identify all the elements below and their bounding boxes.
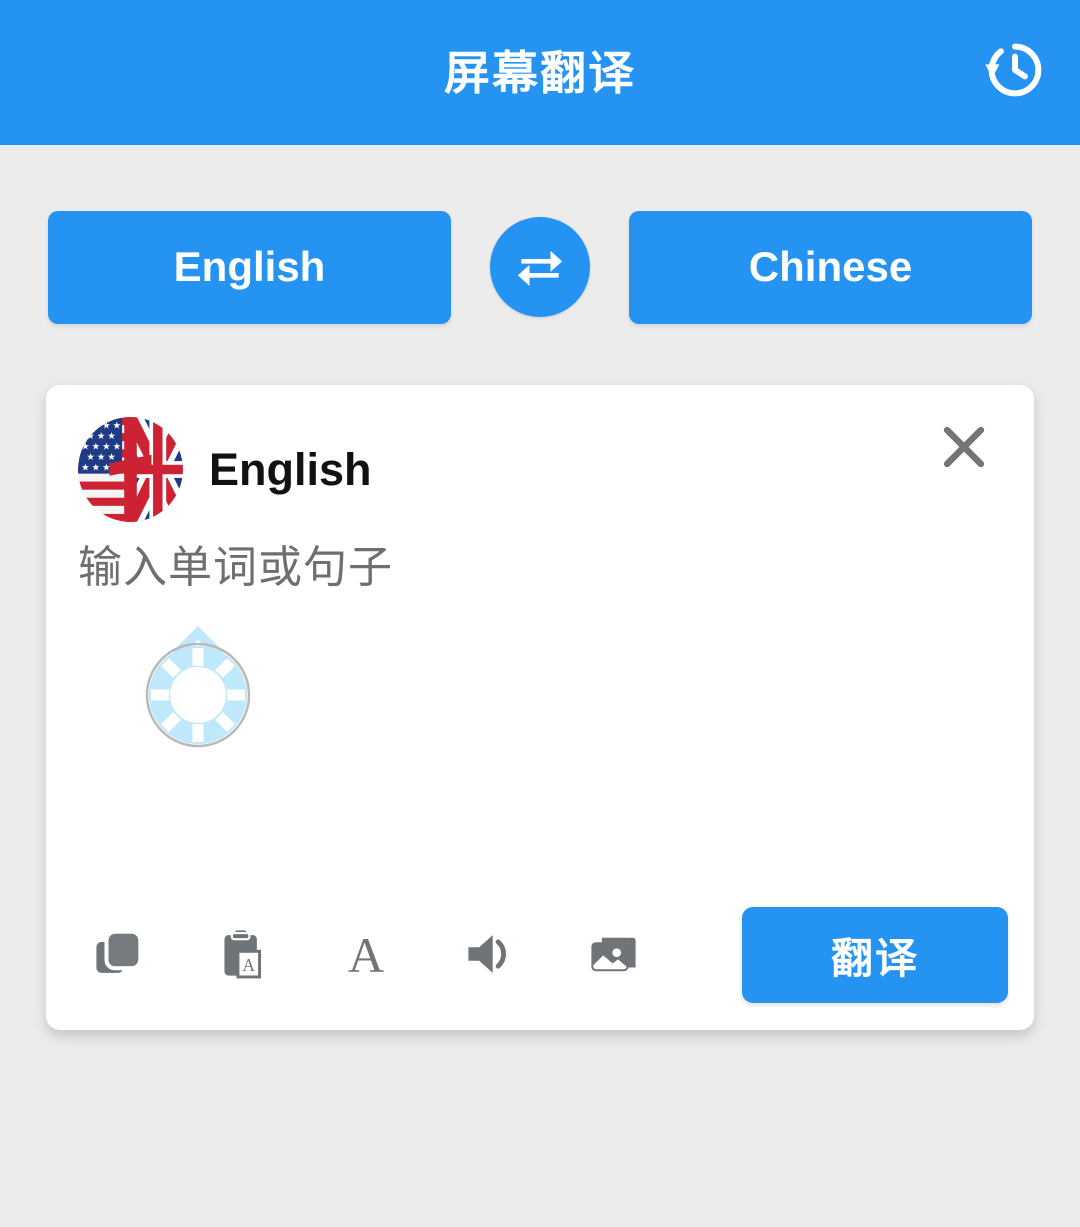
text-format-icon: A [347,927,385,983]
language-selector-bar: English Chinese [0,207,1080,327]
translate-button[interactable]: 翻译 [742,907,1008,1003]
svg-text:★: ★ [102,421,110,432]
copy-button[interactable] [80,917,156,993]
paste-button[interactable]: A [204,917,280,993]
svg-text:★: ★ [102,463,110,474]
target-language-label: Chinese [748,243,913,290]
svg-text:★: ★ [102,442,110,453]
swap-languages-button[interactable] [490,217,590,317]
copy-icon [91,927,145,984]
svg-text:★: ★ [81,442,89,453]
us-uk-flag-icon: ★★★★ ★★★ ★★★★ ★★★ ★★★★ [78,417,183,522]
svg-text:★: ★ [81,421,89,432]
card-header: ★★★★ ★★★ ★★★★ ★★★ ★★★★ [46,385,1034,522]
svg-text:★: ★ [97,431,105,442]
paste-clipboard-icon: A [215,927,269,984]
close-button[interactable] [928,413,1000,485]
svg-text:★: ★ [86,431,94,442]
svg-text:★: ★ [107,431,115,442]
svg-text:A: A [242,954,255,974]
translate-button-label: 翻译 [830,934,919,982]
close-icon [938,421,990,478]
app-header: 屏幕翻译 [0,0,1080,145]
input-placeholder: 输入单词或句子 [78,543,393,592]
source-language-label: English [173,243,326,290]
svg-text:★: ★ [81,463,89,474]
page-title: 屏幕翻译 [444,46,636,99]
speak-button[interactable] [452,917,528,993]
svg-text:★: ★ [92,442,100,453]
text-format-button[interactable]: A [328,917,404,993]
swap-horizontal-icon [512,238,568,297]
svg-text:★: ★ [92,421,100,432]
history-button[interactable] [978,36,1052,110]
source-language-button[interactable]: English [48,210,451,324]
card-toolbar: A A 翻译 [46,880,1034,1030]
speaker-icon [463,927,517,984]
touch-cursor-indicator [138,622,258,750]
tool-icon-group: A A [80,917,742,993]
svg-text:★: ★ [92,463,100,474]
card-language-label: English [209,444,372,495]
svg-text:★: ★ [113,442,121,453]
image-button[interactable] [576,917,652,993]
svg-text:★: ★ [86,452,94,463]
image-gallery-icon [587,927,641,984]
translation-input-area[interactable]: 输入单词或句子 [46,522,1034,822]
history-icon [981,36,1049,109]
translate-card: ★★★★ ★★★ ★★★★ ★★★ ★★★★ [46,385,1034,1030]
target-language-button[interactable]: Chinese [629,210,1032,324]
svg-text:★: ★ [107,452,115,463]
svg-text:★: ★ [97,452,105,463]
svg-text:★: ★ [113,421,121,432]
